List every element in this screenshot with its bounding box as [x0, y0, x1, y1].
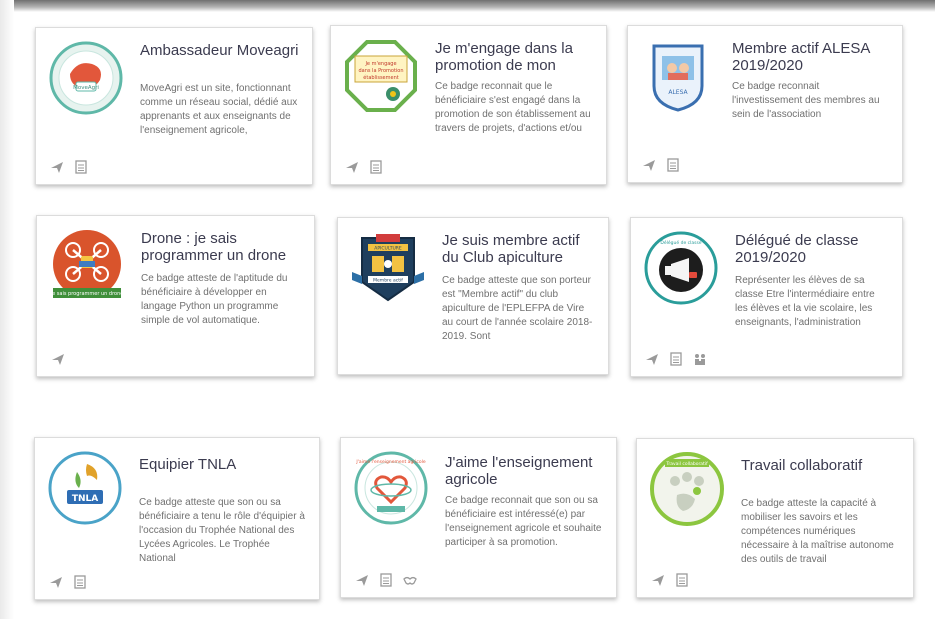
jaime-badge-icon: J'aime l'enseignement agricole — [353, 450, 429, 526]
engagement-badge-icon: Je m'engage dans la Promotion établissem… — [343, 38, 419, 114]
card-description: Représenter les élèves de sa classe Etre… — [735, 275, 875, 328]
card-description: MoveAgri est un site, fonctionnant comme… — [140, 83, 298, 136]
svg-text:Membre actif: Membre actif — [373, 278, 403, 284]
drone-badge-text: Je sais programmer un drone — [50, 291, 124, 297]
share-icon[interactable] — [51, 352, 65, 366]
document-icon[interactable] — [669, 352, 683, 366]
card-title[interactable]: Drone : je sais programmer un drone — [141, 230, 304, 264]
card-description: Ce badge reconnait l'investissement des … — [732, 81, 880, 120]
drone-badge-icon: Je sais programmer un drone — [49, 228, 125, 304]
jaime-badge-text: J'aime l'enseignement agricole — [355, 459, 425, 465]
card-description: Ce badge reconnait que le bénéficiaire s… — [435, 81, 591, 134]
people-icon[interactable] — [693, 352, 707, 366]
share-icon[interactable] — [49, 575, 63, 589]
collaboratif-badge-text: Travail collaboratif — [665, 461, 708, 467]
card-title[interactable]: Membre actif ALESA 2019/2020 — [732, 40, 892, 74]
card-title[interactable]: Equipier TNLA — [139, 456, 309, 473]
document-icon[interactable] — [666, 158, 680, 172]
moveagri-badge-icon: MoveAgri — [48, 40, 124, 116]
badge-card-alesa[interactable]: ALESA Membre actif ALESA 2019/2020 Ce ba… — [627, 25, 903, 183]
svg-text:Je m'engage: Je m'engage — [364, 61, 396, 67]
tnla-badge-icon: TNLA — [47, 450, 123, 526]
svg-text:APICULTURE: APICULTURE — [374, 246, 402, 252]
badge-card-collaboratif[interactable]: Travail collaboratif Travail collaborati… — [636, 438, 914, 598]
moveagri-badge-text: MoveAgri — [73, 85, 99, 91]
badge-card-jaime[interactable]: J'aime l'enseignement agricole J'aime l'… — [340, 437, 617, 598]
window-top-shadow — [0, 0, 935, 12]
share-icon[interactable] — [50, 160, 64, 174]
apiculture-badge-icon: APICULTURE Membre actif — [350, 230, 426, 306]
card-title[interactable]: Délégué de classe 2019/2020 — [735, 232, 892, 266]
badge-card-tnla[interactable]: TNLA Equipier TNLA Ce badge atteste que … — [34, 437, 320, 600]
badge-card-drone[interactable]: Je sais programmer un drone Drone : je s… — [36, 215, 315, 377]
share-icon[interactable] — [645, 352, 659, 366]
document-icon[interactable] — [74, 160, 88, 174]
collaboratif-badge-icon: Travail collaboratif — [649, 451, 725, 527]
alesa-badge-icon: ALESA — [640, 38, 716, 114]
card-description: Ce badge atteste que son ou sa bénéficia… — [139, 497, 305, 564]
card-description: Ce badge reconnait que son ou sa bénéfic… — [445, 495, 602, 548]
share-icon[interactable] — [345, 160, 359, 174]
card-title[interactable]: Travail collaboratif — [741, 457, 903, 474]
badge-card-delegue[interactable]: Délégué de classe Délégué de classe 2019… — [630, 217, 903, 377]
delegue-badge-text: Délégué de classe — [660, 239, 701, 246]
badge-card-engagement[interactable]: Je m'engage dans la Promotion établissem… — [330, 25, 607, 185]
document-icon[interactable] — [379, 573, 393, 587]
document-icon[interactable] — [73, 575, 87, 589]
card-title[interactable]: Ambassadeur Moveagri — [140, 42, 302, 59]
share-icon[interactable] — [642, 158, 656, 172]
share-icon[interactable] — [355, 573, 369, 587]
document-icon[interactable] — [369, 160, 383, 174]
card-title[interactable]: Je suis membre actif du Club apiculture — [442, 232, 598, 266]
svg-text:dans la Promotion: dans la Promotion — [358, 68, 403, 74]
card-title[interactable]: Je m'engage dans la promotion de mon — [435, 40, 596, 74]
tnla-badge-text: TNLA — [72, 494, 98, 504]
document-icon[interactable] — [675, 573, 689, 587]
svg-text:établissement: établissement — [363, 74, 398, 81]
delegue-badge-icon: Délégué de classe — [643, 230, 719, 306]
badge-card-apiculture[interactable]: APICULTURE Membre actif Je suis membre a… — [337, 217, 609, 375]
handshake-icon[interactable] — [403, 573, 417, 587]
left-edge-shadow — [0, 0, 14, 619]
card-description: Ce badge atteste que son porteur est "Me… — [442, 275, 593, 342]
badge-card-moveagri[interactable]: MoveAgri Ambassadeur Moveagri MoveAgri e… — [35, 27, 313, 185]
share-icon[interactable] — [651, 573, 665, 587]
alesa-badge-text: ALESA — [668, 89, 688, 96]
card-description: Ce badge atteste de l'aptitude du bénéfi… — [141, 273, 288, 326]
card-title[interactable]: J'aime l'enseignement agricole — [445, 454, 606, 488]
card-description: Ce badge atteste la capacité à mobiliser… — [741, 498, 894, 565]
